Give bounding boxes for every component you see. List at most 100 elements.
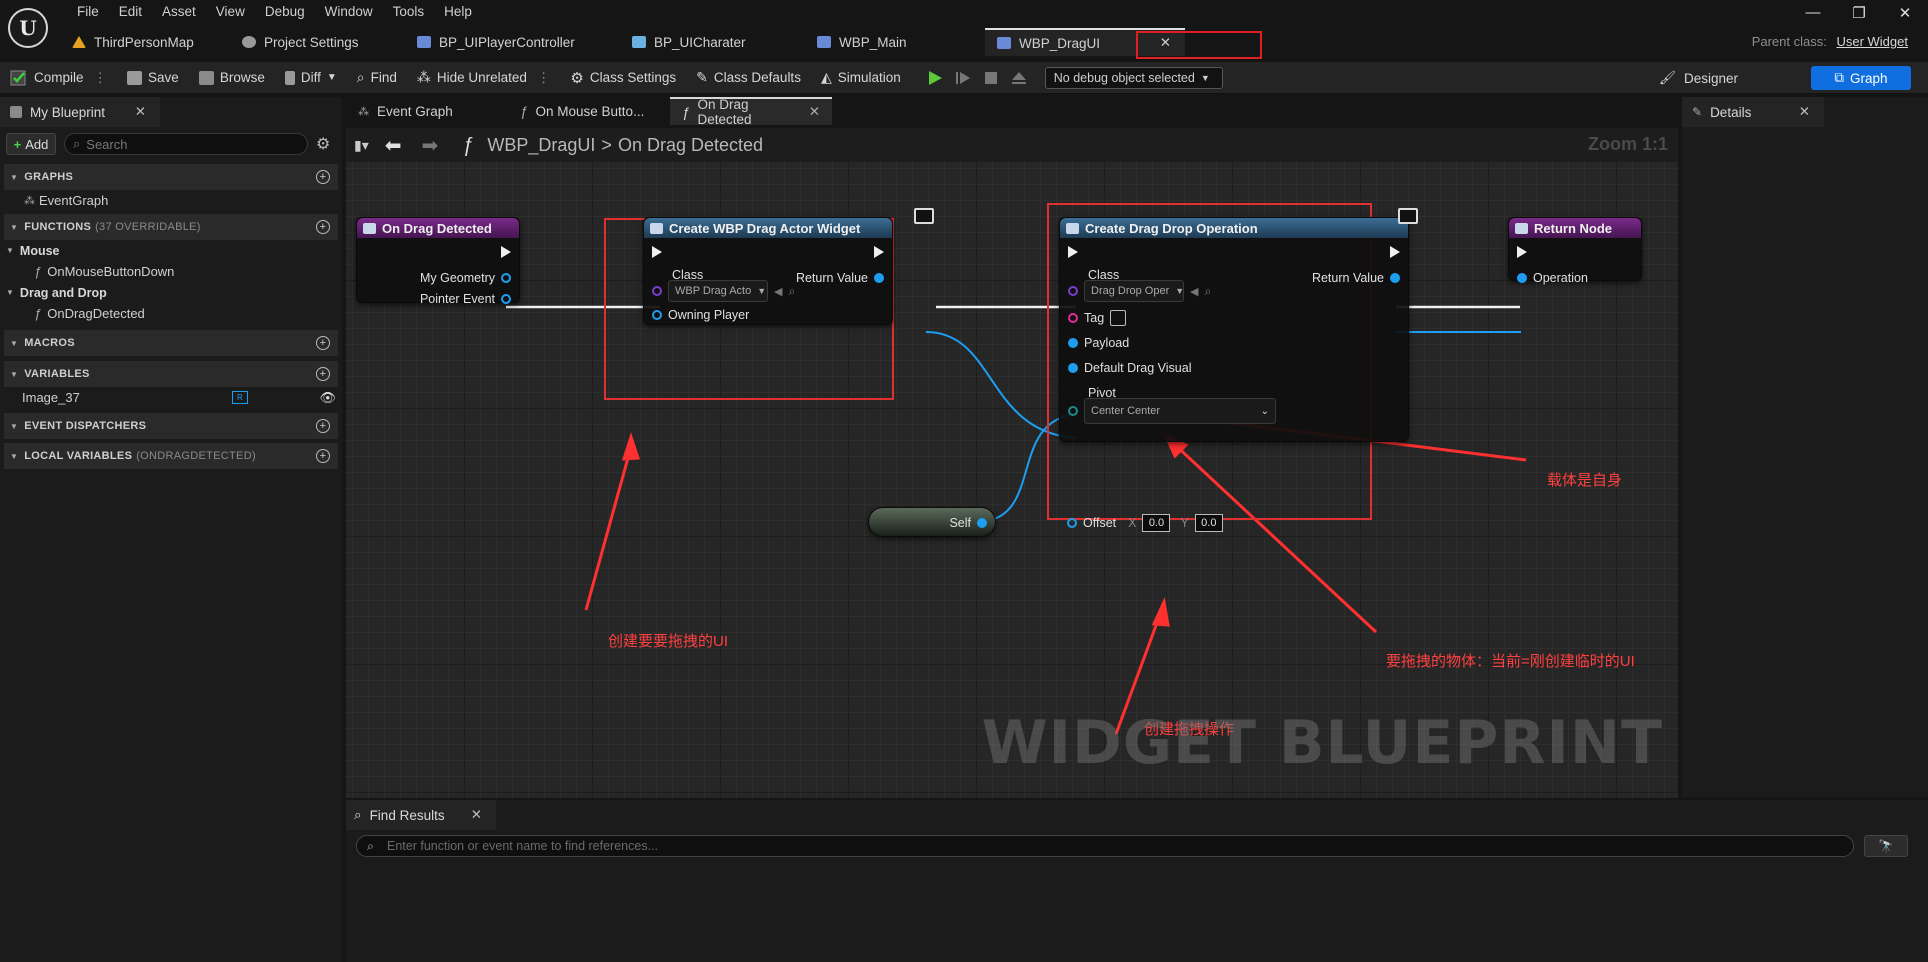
menu-tools[interactable]: Tools: [383, 2, 435, 21]
class-dropdown[interactable]: WBP Drag Acto ▼: [668, 280, 768, 302]
step-button[interactable]: [949, 65, 977, 91]
node-return[interactable]: Return Node Operation: [1508, 217, 1642, 285]
doc-tab-bp-uiplayercontroller[interactable]: BP_UIPlayerController: [405, 28, 620, 56]
node-create-widget[interactable]: Create WBP Drag Actor Widget Class WBP D…: [643, 217, 893, 325]
local-variables-section-header[interactable]: ▼ LOCAL VARIABLES (ONDRAGDETECTED) +: [4, 443, 338, 469]
pin-return-value[interactable]: Return Value: [796, 271, 884, 285]
search-field[interactable]: ⌕ Search: [64, 133, 308, 155]
object-pin-icon[interactable]: [874, 273, 884, 283]
tab-event-graph[interactable]: ⁂ Event Graph: [346, 97, 508, 125]
close-tab-icon[interactable]: ✕: [1799, 104, 1810, 120]
forward-arrow-icon[interactable]: ➡: [422, 133, 439, 158]
menu-file[interactable]: File: [67, 2, 109, 21]
class-pin-icon[interactable]: [652, 286, 662, 296]
add-function-icon[interactable]: +: [316, 220, 330, 234]
eject-button[interactable]: [1005, 65, 1033, 91]
object-pin-icon[interactable]: [977, 518, 987, 528]
find-button[interactable]: ⌕ Find: [347, 62, 407, 94]
menu-asset[interactable]: Asset: [152, 2, 206, 21]
offset-x-input[interactable]: 0.0: [1142, 514, 1171, 532]
class-dropdown[interactable]: Drag Drop Oper ▼: [1084, 280, 1184, 302]
close-tab-icon[interactable]: ✕: [809, 104, 820, 120]
pin-pointer-event[interactable]: Pointer Event: [420, 292, 511, 306]
function-item-onmousebuttondown[interactable]: ƒ OnMouseButtonDown: [0, 261, 342, 282]
back-arrow-icon[interactable]: ⬅: [385, 133, 402, 158]
find-in-all-blueprints-button[interactable]: 🔭: [1864, 835, 1908, 857]
tab-on-mouse-button[interactable]: ƒ On Mouse Butto...: [508, 97, 670, 125]
object-pin-icon[interactable]: [1517, 273, 1527, 283]
add-dispatcher-icon[interactable]: +: [316, 419, 330, 433]
class-settings-button[interactable]: ⚙ Class Settings: [560, 62, 686, 94]
enum-pin-icon[interactable]: [1068, 406, 1078, 416]
vector-pin-icon[interactable]: [1067, 518, 1077, 528]
compile-button[interactable]: Compile ⋮: [0, 62, 117, 94]
save-button[interactable]: Save: [117, 62, 189, 94]
pin-self-out[interactable]: Self: [949, 516, 987, 530]
tag-input-box[interactable]: [1110, 310, 1127, 326]
menu-help[interactable]: Help: [434, 2, 482, 21]
struct-pin-icon[interactable]: [501, 273, 511, 283]
maximize-icon[interactable]: ❐: [1836, 4, 1882, 22]
play-button[interactable]: [921, 65, 949, 91]
pin-operation[interactable]: Operation: [1517, 271, 1588, 285]
minimize-icon[interactable]: —: [1790, 4, 1836, 22]
pivot-dropdown[interactable]: Center Center ⌄: [1084, 398, 1276, 424]
browse-button[interactable]: Browse: [189, 62, 275, 94]
event-dispatchers-section-header[interactable]: ▼ EVENT DISPATCHERS +: [4, 413, 338, 439]
string-pin-icon[interactable]: [1068, 313, 1078, 323]
graphs-section-header[interactable]: ▼ GRAPHS +: [4, 164, 338, 190]
graph-item-eventgraph[interactable]: ⁂ EventGraph: [0, 190, 342, 211]
browse-search-icon[interactable]: ⌕: [1204, 284, 1211, 299]
use-asset-arrow-icon[interactable]: ◀: [1190, 285, 1198, 298]
add-graph-icon[interactable]: +: [316, 170, 330, 184]
browse-search-icon[interactable]: ⌕: [788, 284, 795, 299]
node-self[interactable]: Self: [868, 507, 996, 537]
diff-button[interactable]: Diff ▼: [275, 62, 347, 94]
doc-tab-wbp-main[interactable]: WBP_Main: [805, 28, 985, 56]
add-local-variable-icon[interactable]: +: [316, 449, 330, 463]
functions-section-header[interactable]: ▼ FUNCTIONS (37 OVERRIDABLE) +: [4, 214, 338, 240]
menu-edit[interactable]: Edit: [109, 2, 152, 21]
compile-options-icon[interactable]: ⋮: [94, 70, 108, 86]
pin-pivot[interactable]: Center Center ⌄: [1068, 398, 1276, 424]
exec-in-pin[interactable]: [1068, 246, 1078, 258]
menu-view[interactable]: View: [206, 2, 255, 21]
class-defaults-button[interactable]: ✎ Class Defaults: [686, 62, 811, 94]
designer-mode-button[interactable]: 🖌 Designer: [1649, 66, 1748, 90]
breadcrumb-graph[interactable]: On Drag Detected: [618, 135, 763, 156]
menu-window[interactable]: Window: [315, 2, 383, 21]
macros-section-header[interactable]: ▼ MACROS +: [4, 330, 338, 356]
exec-in-pin[interactable]: [1517, 246, 1527, 258]
pin-my-geometry[interactable]: My Geometry: [420, 271, 511, 285]
close-tab-icon[interactable]: ✕: [135, 104, 146, 120]
object-pin-icon[interactable]: [1068, 338, 1078, 348]
category-drag-and-drop[interactable]: ▼ Drag and Drop: [0, 282, 342, 303]
function-item-ondragdetected[interactable]: ƒ OnDragDetected: [0, 303, 342, 324]
close-tab-icon[interactable]: ✕: [471, 807, 482, 823]
find-results-tab[interactable]: ⌕ Find Results ✕: [346, 800, 496, 830]
exec-in-pin[interactable]: [652, 246, 662, 258]
visibility-eye-icon[interactable]: 👁: [319, 390, 336, 406]
details-tab[interactable]: ✎ Details ✕: [1682, 97, 1824, 127]
graph-mode-button[interactable]: ⧉ Graph: [1811, 66, 1911, 90]
exec-out-pin[interactable]: [874, 246, 884, 258]
node-create-drag-drop-operation[interactable]: Create Drag Drop Operation Class Drag Dr…: [1059, 217, 1409, 442]
pin-owning-player[interactable]: Owning Player: [652, 308, 749, 322]
pin-class[interactable]: WBP Drag Acto ▼ ◀ ⌕: [652, 280, 795, 302]
settings-gear-icon[interactable]: ⚙: [316, 134, 336, 154]
class-pin-icon[interactable]: [1068, 286, 1078, 296]
debug-object-select[interactable]: No debug object selected ▼: [1044, 66, 1223, 89]
pin-offset[interactable]: Offset X 0.0 Y 0.0: [1067, 514, 1223, 532]
object-pin-icon[interactable]: [1390, 273, 1400, 283]
tab-on-drag-detected[interactable]: ƒ On Drag Detected ✕: [670, 97, 832, 127]
node-on-drag-detected[interactable]: On Drag Detected My Geometry Pointer Eve…: [356, 217, 520, 306]
parent-class-link[interactable]: User Widget: [1836, 34, 1908, 49]
bookmark-icon[interactable]: ▮▾: [354, 137, 369, 154]
exec-out-pin[interactable]: [501, 246, 511, 258]
add-button[interactable]: + Add: [6, 133, 56, 155]
graph-canvas[interactable]: On Drag Detected My Geometry Pointer Eve…: [346, 162, 1678, 798]
object-pin-icon[interactable]: [1068, 363, 1078, 373]
unreal-logo-icon[interactable]: U: [8, 8, 48, 48]
doc-tab-bp-uicharater[interactable]: BP_UICharater: [620, 28, 805, 56]
pin-payload[interactable]: Payload: [1068, 336, 1129, 350]
